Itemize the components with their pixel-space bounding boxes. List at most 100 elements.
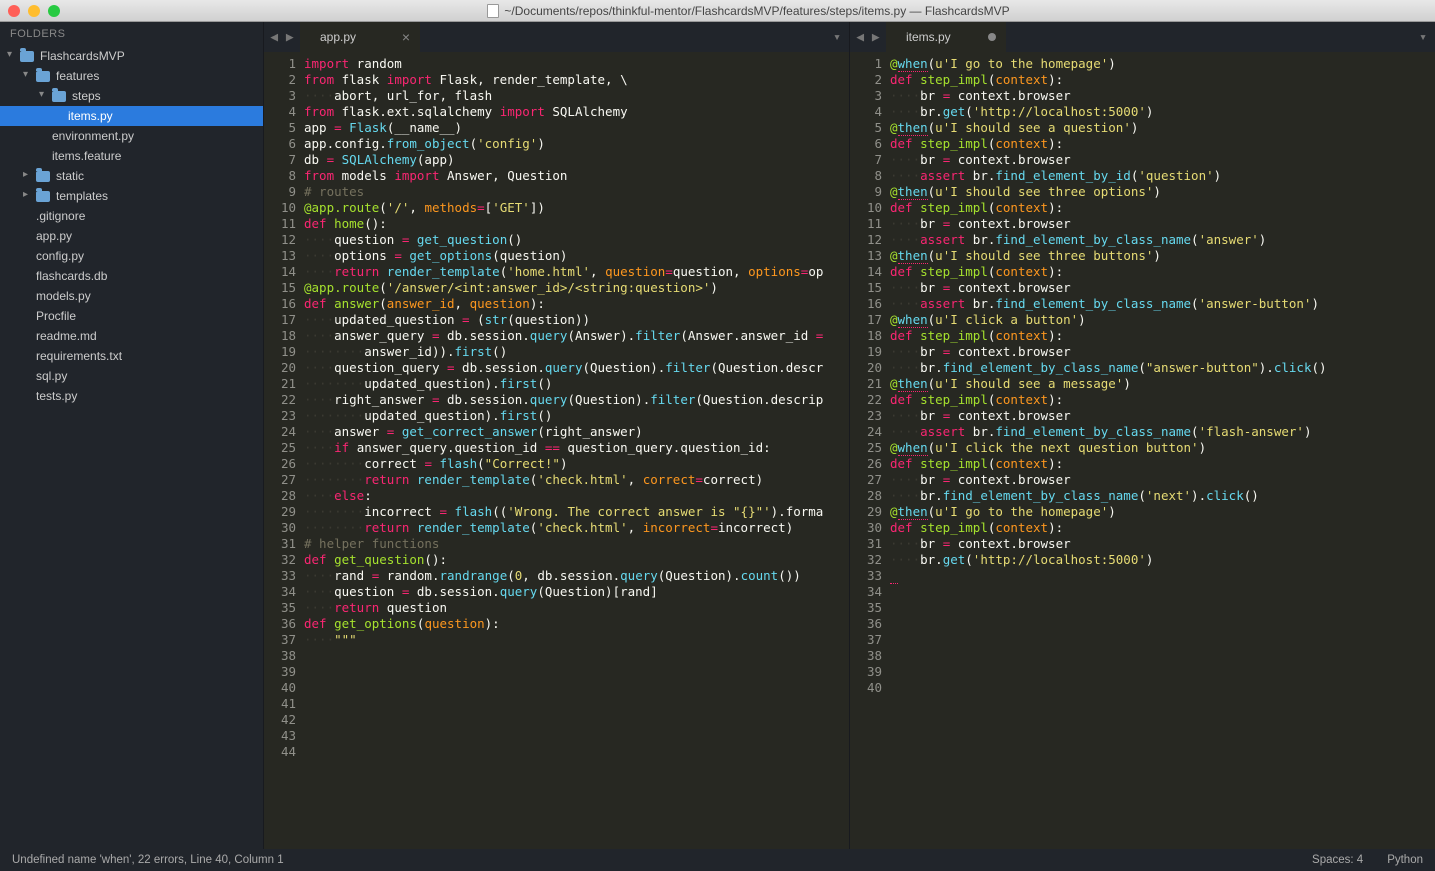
code-line[interactable]: import random <box>304 56 849 72</box>
code-line[interactable]: ····abort, url_for, flash <box>304 88 849 104</box>
code-line[interactable]: def step_impl(context): <box>890 520 1435 536</box>
code-line[interactable]: ····br = context.browser <box>890 88 1435 104</box>
code-line[interactable]: ····answer = get_correct_answer(right_an… <box>304 424 849 440</box>
code-line[interactable]: ····br.find_element_by_class_name('next'… <box>890 488 1435 504</box>
file-tests-py[interactable]: tests.py <box>0 386 263 406</box>
code-line[interactable]: ····br = context.browser <box>890 152 1435 168</box>
code-line[interactable]: ········incorrect = flash(('Wrong. The c… <box>304 504 849 520</box>
code-line[interactable]: def step_impl(context): <box>890 392 1435 408</box>
code-line[interactable]: from flask.ext.sqlalchemy import SQLAlch… <box>304 104 849 120</box>
code-line[interactable]: def get_options(question): <box>304 616 849 632</box>
code-line[interactable]: app = Flask(__name__) <box>304 120 849 136</box>
code-line[interactable]: @then(u'I should see a message') <box>890 376 1435 392</box>
code-line[interactable]: ····br.find_element_by_class_name("answe… <box>890 360 1435 376</box>
file-items-feature[interactable]: items.feature <box>0 146 263 166</box>
code-line[interactable]: ····right_answer = db.session.query(Ques… <box>304 392 849 408</box>
file-Procfile[interactable]: Procfile <box>0 306 263 326</box>
code-line[interactable]: def get_question(): <box>304 552 849 568</box>
code-line[interactable]: ····question_query = db.session.query(Qu… <box>304 360 849 376</box>
code-line[interactable]: app.config.from_object('config') <box>304 136 849 152</box>
file-app-py[interactable]: app.py <box>0 226 263 246</box>
status-message[interactable]: Undefined name 'when', 22 errors, Line 4… <box>12 854 284 866</box>
code-line[interactable]: ····rand = random.randrange(0, db.sessio… <box>304 568 849 584</box>
code-line[interactable]: ········updated_question).first() <box>304 376 849 392</box>
code-line[interactable]: @then(u'I go to the homepage') <box>890 504 1435 520</box>
code-line[interactable]: ····assert br.find_element_by_id('questi… <box>890 168 1435 184</box>
tab-nav-left[interactable]: ◀ ▶ <box>264 22 300 52</box>
code-line[interactable]: @app.route('/', methods=['GET']) <box>304 200 849 216</box>
code-line[interactable] <box>890 568 1435 584</box>
code-line[interactable]: ····else: <box>304 488 849 504</box>
code-line[interactable]: db = SQLAlchemy(app) <box>304 152 849 168</box>
code-line[interactable]: ····if answer_query.question_id == quest… <box>304 440 849 456</box>
tab-dropdown-right[interactable]: ▾ <box>1411 22 1435 52</box>
code-line[interactable]: ····""" <box>304 632 849 648</box>
code-line[interactable]: ····question = get_question() <box>304 232 849 248</box>
code-line[interactable]: ····return question <box>304 600 849 616</box>
file-sql-py[interactable]: sql.py <box>0 366 263 386</box>
code-line[interactable]: ····return render_template('home.html', … <box>304 264 849 280</box>
code-line[interactable]: ····br = context.browser <box>890 536 1435 552</box>
code-line[interactable]: def step_impl(context): <box>890 72 1435 88</box>
code-line[interactable]: ····br = context.browser <box>890 216 1435 232</box>
code-line[interactable]: ····br = context.browser <box>890 472 1435 488</box>
folder-static[interactable]: static <box>0 166 263 186</box>
folder-steps[interactable]: steps <box>0 86 263 106</box>
code-line[interactable]: def step_impl(context): <box>890 200 1435 216</box>
status-language[interactable]: Python <box>1387 854 1423 866</box>
file-config-py[interactable]: config.py <box>0 246 263 266</box>
code-editor-left[interactable]: 1234567891011121314151617181920212223242… <box>264 52 849 849</box>
code-line[interactable]: from flask import Flask, render_template… <box>304 72 849 88</box>
code-line[interactable]: ····question = db.session.query(Question… <box>304 584 849 600</box>
folder-features[interactable]: features <box>0 66 263 86</box>
code-content-left[interactable]: import randomfrom flask import Flask, re… <box>304 52 849 849</box>
code-line[interactable]: ········return render_template('check.ht… <box>304 472 849 488</box>
code-line[interactable]: @when(u'I click a button') <box>890 312 1435 328</box>
code-line[interactable]: @when(u'I click the next question button… <box>890 440 1435 456</box>
code-line[interactable]: @then(u'I should see three options') <box>890 184 1435 200</box>
file-items-py[interactable]: items.py <box>0 106 263 126</box>
code-line[interactable]: def step_impl(context): <box>890 264 1435 280</box>
file--gitignore[interactable]: .gitignore <box>0 206 263 226</box>
code-line[interactable]: def answer(answer_id, question): <box>304 296 849 312</box>
code-line[interactable]: @then(u'I should see three buttons') <box>890 248 1435 264</box>
code-line[interactable]: from models import Answer, Question <box>304 168 849 184</box>
code-line[interactable]: ········answer_id)).first() <box>304 344 849 360</box>
code-line[interactable]: ········correct = flash("Correct!") <box>304 456 849 472</box>
file-readme-md[interactable]: readme.md <box>0 326 263 346</box>
code-line[interactable]: ····assert br.find_element_by_class_name… <box>890 296 1435 312</box>
code-line[interactable]: ····updated_question = (str(question)) <box>304 312 849 328</box>
code-line[interactable]: # routes <box>304 184 849 200</box>
code-content-right[interactable]: @when(u'I go to the homepage')def step_i… <box>890 52 1435 849</box>
code-line[interactable]: ····options = get_options(question) <box>304 248 849 264</box>
maximize-window-button[interactable] <box>48 5 60 17</box>
tab-items-py[interactable]: items.py <box>886 22 1006 52</box>
code-line[interactable]: def home(): <box>304 216 849 232</box>
code-line[interactable]: ····assert br.find_element_by_class_name… <box>890 424 1435 440</box>
code-line[interactable]: ····answer_query = db.session.query(Answ… <box>304 328 849 344</box>
code-line[interactable]: @when(u'I go to the homepage') <box>890 56 1435 72</box>
code-line[interactable]: ········updated_question).first() <box>304 408 849 424</box>
folder-FlashcardsMVP[interactable]: FlashcardsMVP <box>0 46 263 66</box>
code-line[interactable]: def step_impl(context): <box>890 328 1435 344</box>
code-line[interactable]: ····br = context.browser <box>890 408 1435 424</box>
code-line[interactable]: ····br.get('http://localhost:5000') <box>890 552 1435 568</box>
tab-nav-right[interactable]: ◀ ▶ <box>850 22 886 52</box>
code-line[interactable]: @then(u'I should see a question') <box>890 120 1435 136</box>
file-flashcards-db[interactable]: flashcards.db <box>0 266 263 286</box>
code-line[interactable]: @app.route('/answer/<int:answer_id>/<str… <box>304 280 849 296</box>
code-line[interactable]: ····assert br.find_element_by_class_name… <box>890 232 1435 248</box>
file-environment-py[interactable]: environment.py <box>0 126 263 146</box>
file-requirements-txt[interactable]: requirements.txt <box>0 346 263 366</box>
tab-app-py[interactable]: app.py × <box>300 22 420 52</box>
code-line[interactable]: ········return render_template('check.ht… <box>304 520 849 536</box>
file-models-py[interactable]: models.py <box>0 286 263 306</box>
code-line[interactable]: ····br = context.browser <box>890 344 1435 360</box>
code-line[interactable]: def step_impl(context): <box>890 456 1435 472</box>
tab-dropdown-left[interactable]: ▾ <box>825 22 849 52</box>
code-line[interactable]: # helper functions <box>304 536 849 552</box>
close-window-button[interactable] <box>8 5 20 17</box>
folder-templates[interactable]: templates <box>0 186 263 206</box>
code-line[interactable]: ····br.get('http://localhost:5000') <box>890 104 1435 120</box>
minimize-window-button[interactable] <box>28 5 40 17</box>
